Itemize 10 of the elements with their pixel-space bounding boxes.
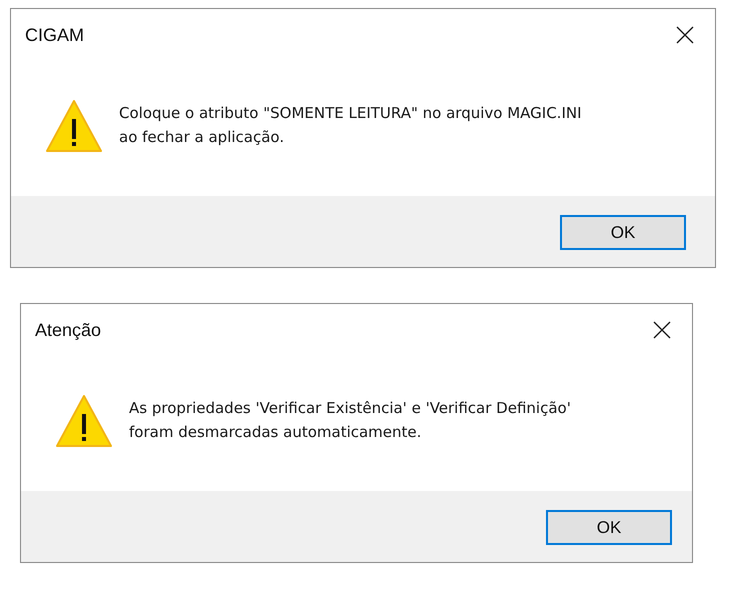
window-title: CIGAM xyxy=(25,24,84,46)
message-text: Coloque o atributo "SOMENTE LEITURA" no arquivo MAGIC.INI ao fechar a aplicação. xyxy=(119,103,582,148)
warning-icon xyxy=(45,99,103,153)
window-title: Atenção xyxy=(35,320,102,340)
ok-button[interactable]: OK xyxy=(560,215,686,250)
close-icon[interactable] xyxy=(676,26,694,44)
warning-icon xyxy=(55,394,113,448)
close-icon[interactable] xyxy=(653,321,671,339)
message-text: As propriedades 'Verificar Existência' e 'Verificar Definição' foram desmarcadas automaticamente. xyxy=(129,398,571,443)
ok-button[interactable]: OK xyxy=(546,510,672,545)
